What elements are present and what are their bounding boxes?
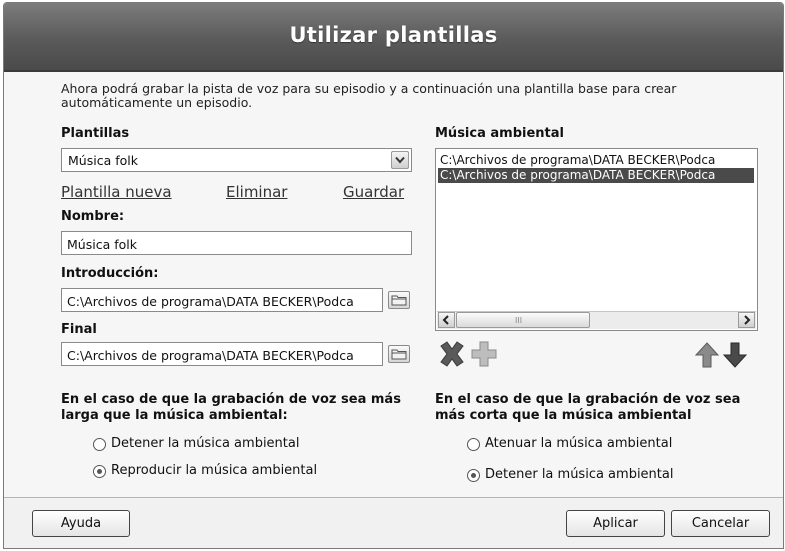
- templates-label: Plantillas: [61, 126, 130, 141]
- title-bar: Utilizar plantillas: [4, 3, 783, 72]
- scroll-left-arrow-icon: [442, 315, 449, 325]
- dropdown-arrow-button[interactable]: [391, 151, 409, 169]
- dialog-window: Utilizar plantillas Ahora podrá grabar l…: [3, 2, 784, 549]
- intro-path-value: C:\Archivos de programa\DATA BECKER\Podc…: [67, 294, 354, 309]
- horizontal-scrollbar[interactable]: III: [437, 311, 756, 329]
- templates-dropdown[interactable]: Música folk: [61, 148, 412, 172]
- radio-stop-ambient-shorter-label[interactable]: Detener la música ambiental: [485, 467, 673, 482]
- name-input-value: Música folk: [67, 237, 137, 252]
- cancel-button[interactable]: Cancelar: [671, 510, 770, 537]
- radio-fade-ambient[interactable]: [467, 438, 480, 451]
- intro-path-input[interactable]: C:\Archivos de programa\DATA BECKER\Podc…: [61, 288, 383, 312]
- shorter-recording-heading: En el caso de que la grabación de voz se…: [435, 392, 741, 423]
- radio-repeat-ambient-label[interactable]: Reproducir la música ambiental: [111, 463, 317, 478]
- dialog-footer: Ayuda Aplicar Cancelar: [4, 497, 783, 548]
- chevron-down-icon: [395, 156, 405, 164]
- move-up-arrow-icon[interactable]: [694, 341, 720, 369]
- longer-recording-heading: En el caso de que la grabación de voz se…: [61, 392, 401, 423]
- name-label: Nombre:: [61, 209, 125, 224]
- scroll-thumb-grip: III: [515, 316, 523, 325]
- radio-stop-ambient-longer[interactable]: [93, 438, 106, 451]
- radio-stop-ambient-shorter[interactable]: [467, 469, 480, 482]
- templates-selected-value: Música folk: [68, 153, 138, 168]
- apply-button[interactable]: Aplicar: [566, 510, 665, 537]
- folder-icon: [391, 349, 407, 360]
- save-template-link[interactable]: Guardar: [343, 183, 404, 201]
- move-down-arrow-icon[interactable]: [722, 341, 748, 369]
- add-plus-icon[interactable]: [469, 339, 499, 369]
- final-path-value: C:\Archivos de programa\DATA BECKER\Podc…: [67, 348, 354, 363]
- ambient-music-list[interactable]: C:\Archivos de programa\DATA BECKER\Podc…: [435, 148, 758, 331]
- radio-fade-ambient-label[interactable]: Atenuar la música ambiental: [485, 436, 672, 451]
- scroll-right-button[interactable]: [738, 312, 755, 328]
- description-text: Ahora podrá grabar la pista de voz para …: [61, 81, 677, 110]
- final-browse-button[interactable]: [388, 345, 410, 363]
- help-button[interactable]: Ayuda: [32, 510, 130, 537]
- scroll-thumb[interactable]: III: [456, 312, 590, 328]
- dialog-title: Utilizar plantillas: [289, 23, 498, 47]
- list-item[interactable]: C:\Archivos de programa\DATA BECKER\Podc…: [438, 153, 754, 168]
- new-template-link[interactable]: Plantilla nueva: [61, 183, 172, 201]
- final-path-input[interactable]: C:\Archivos de programa\DATA BECKER\Podc…: [61, 342, 383, 366]
- delete-template-link[interactable]: Eliminar: [226, 183, 287, 201]
- intro-label: Introducción:: [61, 266, 159, 281]
- list-item-selected[interactable]: C:\Archivos de programa\DATA BECKER\Podc…: [438, 168, 754, 183]
- final-label: Final: [61, 322, 97, 337]
- ambient-music-label: Música ambiental: [435, 126, 564, 141]
- intro-browse-button[interactable]: [388, 291, 410, 309]
- delete-x-icon[interactable]: [437, 339, 467, 369]
- scroll-left-button[interactable]: [438, 312, 455, 328]
- scroll-right-arrow-icon: [744, 315, 751, 325]
- radio-stop-ambient-longer-label[interactable]: Detener la música ambiental: [111, 436, 299, 451]
- name-input[interactable]: Música folk: [61, 231, 412, 255]
- radio-repeat-ambient[interactable]: [93, 465, 106, 478]
- folder-icon: [391, 295, 407, 306]
